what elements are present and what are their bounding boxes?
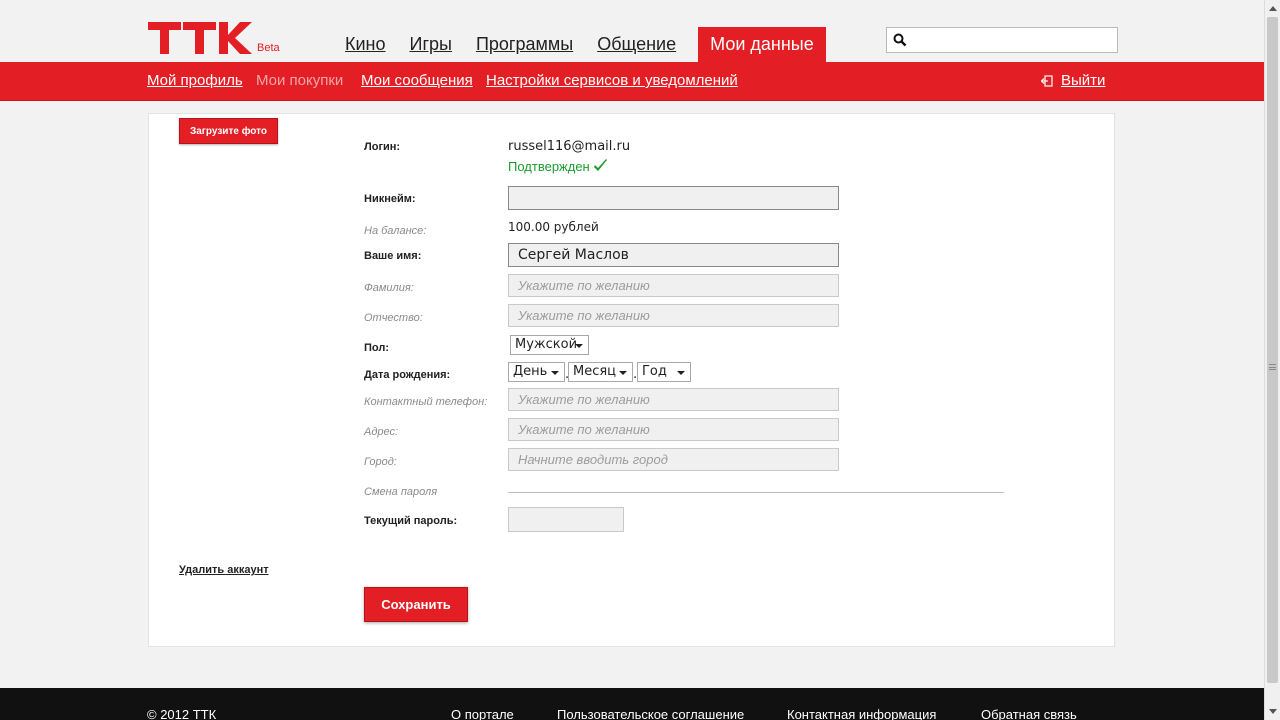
top-header: Beta Кино Игры Программы Общение Мои дан… [0,0,1264,62]
name-label: Ваше имя: [364,250,422,262]
grip-icon [1269,364,1276,370]
password-divider [508,492,1004,493]
sub-nav: Мой профиль Мои покупки Мои сообщения На… [0,62,1264,101]
save-button[interactable]: Сохранить [364,587,468,622]
patronymic-label: Отчество: [364,312,423,324]
phone-label: Контактный телефон: [364,396,488,408]
nickname-label: Никнейм: [364,193,416,205]
footer-contacts-link[interactable]: Контактная информация [787,707,936,720]
city-field[interactable] [508,448,839,471]
logout-link[interactable]: Выйти [1061,72,1105,89]
checkmark-icon [593,159,607,171]
login-confirmed-status: Подтвержден [508,159,608,174]
upload-photo-button[interactable]: Загрузите фото [179,118,278,144]
current-password-field[interactable] [508,507,624,532]
nav-programs[interactable]: Программы [464,27,585,62]
chevron-down-icon [677,371,685,375]
page-scrollbar[interactable] [1264,0,1280,720]
subnav-my-messages[interactable]: Мои сообщения [361,72,473,89]
profile-panel: Загрузите фото Логин: russel116@mail.ru … [148,113,1115,647]
footer-copyright: © 2012 ТТК [147,707,217,720]
chevron-down-icon [575,344,583,348]
search-icon[interactable] [893,33,907,47]
balance-value: 100.00 рублей [508,220,599,234]
search-input[interactable] [913,30,1113,50]
beta-badge: Beta [257,42,280,54]
nav-social[interactable]: Общение [585,27,688,62]
delete-account-link[interactable]: Удалить аккаунт [179,564,269,576]
footer-about-link[interactable]: О портале [451,707,514,720]
subnav-service-settings[interactable]: Настройки сервисов и уведомлений [486,72,738,89]
chevron-down-icon [551,371,559,375]
city-label: Город: [364,456,397,468]
nav-my-data[interactable]: Мои данные [698,27,826,62]
birth-month-select[interactable]: Месяц [568,362,633,382]
subnav-my-purchases[interactable]: Мои покупки [256,72,343,89]
nav-kino[interactable]: Кино [333,27,398,62]
phone-field[interactable] [508,388,839,411]
current-password-label: Текущий пароль: [364,515,458,527]
subnav-my-profile[interactable]: Мой профиль [147,72,243,89]
patronymic-field[interactable] [508,304,839,327]
scroll-up-arrow-icon[interactable] [1269,6,1277,11]
scroll-thumb[interactable] [1267,17,1278,683]
ttk-logo[interactable] [148,22,252,54]
logout-icon [1041,75,1053,87]
scroll-down-arrow-icon[interactable] [1269,709,1277,714]
birth-month-value: Месяц [573,364,617,379]
birthdate-label: Дата рождения: [364,369,451,381]
gender-label: Пол: [364,342,390,354]
search-box [886,27,1118,53]
surname-label: Фамилия: [364,282,414,294]
confirmed-label: Подтвержден [508,159,590,174]
footer: © 2012 ТТК О портале Пользовательское со… [0,688,1264,720]
birth-day-value: День [513,364,548,379]
address-label: Адрес: [364,426,399,438]
balance-label: На балансе: [364,225,427,237]
birth-year-select[interactable]: Год [637,362,691,382]
main-nav: Кино Игры Программы Общение Мои данные [333,27,826,62]
surname-field[interactable] [508,274,839,297]
nickname-field[interactable] [508,186,839,210]
birth-day-select[interactable]: День [508,362,565,382]
nav-games[interactable]: Игры [398,27,464,62]
login-value: russel116@mail.ru [508,139,631,154]
gender-value: Мужской [515,337,578,352]
chevron-down-icon [619,371,627,375]
gender-select[interactable]: Мужской [510,335,589,355]
birth-year-value: Год [642,364,667,379]
login-label: Логин: [364,141,401,153]
address-field[interactable] [508,418,839,441]
footer-feedback-link[interactable]: Обратная связь [981,707,1077,720]
password-change-label: Смена пароля [364,486,438,498]
footer-agreement-link[interactable]: Пользовательское соглашение [557,707,744,720]
name-field[interactable] [508,243,839,267]
